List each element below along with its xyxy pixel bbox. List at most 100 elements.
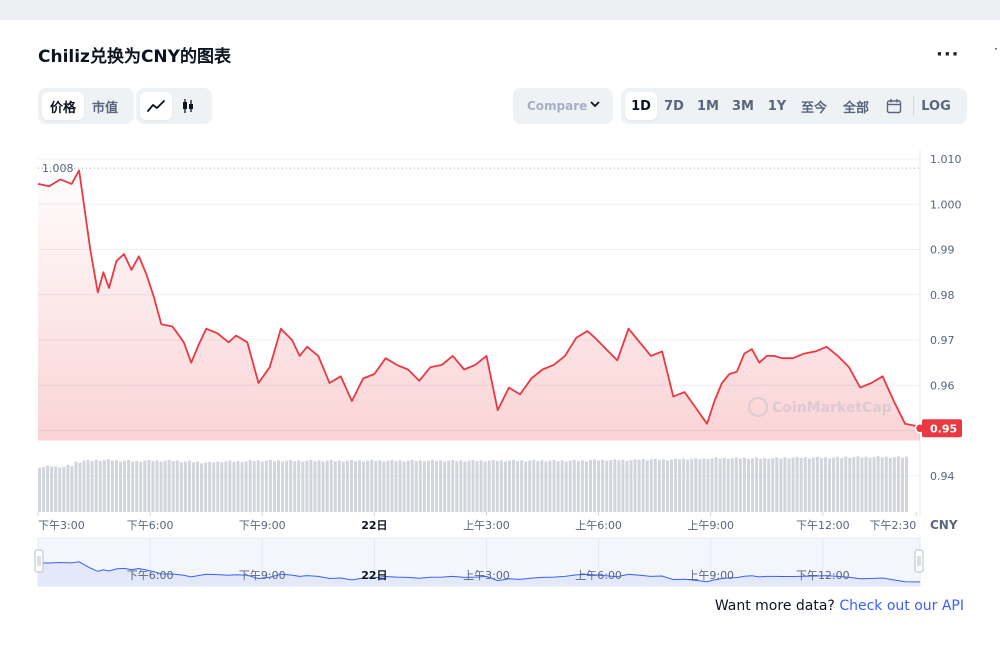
volume-bar <box>272 461 276 512</box>
volume-bar <box>204 462 208 512</box>
volume-bar <box>281 461 285 512</box>
volume-bar <box>394 461 398 512</box>
volume-bar <box>864 456 868 512</box>
volume-bar <box>609 460 613 512</box>
volume-bar <box>236 460 240 512</box>
volume-bar <box>844 456 848 512</box>
volume-bar <box>819 458 823 512</box>
volume-bar <box>836 456 840 512</box>
volume-bar <box>106 459 110 512</box>
x-tick-label: 上午6:00 <box>575 519 622 532</box>
volume-bar <box>451 459 455 512</box>
x-tick-label: 下午2:30 <box>870 519 917 532</box>
volume-bar <box>730 458 734 512</box>
volume-bar <box>649 459 653 512</box>
volume-bar <box>495 461 499 512</box>
volume-bar <box>224 461 228 512</box>
volume-bar <box>317 460 321 512</box>
volume-bar <box>252 461 256 512</box>
volume-bar <box>803 457 807 512</box>
volume-bar <box>62 466 66 512</box>
x-tick-label: 上午9:00 <box>687 519 734 532</box>
y-tick-label: 0.96 <box>930 379 955 392</box>
volume-bar <box>892 457 896 512</box>
navigator-handle[interactable] <box>914 549 924 573</box>
volume-bar <box>127 459 131 512</box>
volume-bar <box>341 461 345 512</box>
volume-bar <box>370 459 374 512</box>
volume-bar <box>418 460 422 512</box>
volume-bar <box>840 458 844 512</box>
volume-bar <box>98 460 102 512</box>
volume-bar <box>143 460 147 512</box>
navigator-tick-label: 下午12:00 <box>796 569 850 582</box>
volume-bar <box>580 460 584 512</box>
y-tick-label: 1.000 <box>930 198 962 211</box>
volume-bar <box>285 460 289 512</box>
volume-bar <box>645 460 649 512</box>
x-tick-label: 下午3:00 <box>38 519 85 532</box>
volume-bar <box>183 461 187 512</box>
navigator-tick-label: 上午3:00 <box>463 569 510 582</box>
volume-bar <box>503 461 507 512</box>
volume-bar <box>832 457 836 512</box>
volume-bar <box>548 460 552 512</box>
x-tick-label: 下午6:00 <box>127 519 174 532</box>
volume-bar <box>593 459 597 512</box>
volume-bar <box>208 461 212 512</box>
volume-bar <box>799 458 803 512</box>
volume-bar <box>811 457 815 512</box>
price-chart: 1.010 1.000 0.99 0.98 0.97 0.96 0.95 0.94 1.008 C… <box>34 150 962 587</box>
navigator-tick-label: 22日 <box>361 569 387 582</box>
volume-bar <box>248 459 252 512</box>
volume-bar <box>823 457 827 512</box>
volume-bar <box>86 459 90 512</box>
volume-bar <box>507 460 511 512</box>
volume-bar <box>135 460 139 512</box>
volume-bar <box>354 461 358 512</box>
volume-bar <box>78 462 82 512</box>
volume-bar <box>572 459 576 512</box>
volume-bar <box>860 457 864 512</box>
volume-bar <box>872 457 876 512</box>
volume-bar <box>479 460 483 512</box>
volume-bar <box>787 458 791 512</box>
volume-bar <box>536 461 540 512</box>
y-tick-label: 1.010 <box>930 153 962 166</box>
volume-bar <box>742 457 746 512</box>
volume-bar <box>313 461 317 512</box>
volume-bar <box>114 460 118 512</box>
volume-bar <box>690 458 694 512</box>
volume-bar <box>763 457 767 512</box>
volume-bar <box>516 461 520 512</box>
volume-bar <box>759 458 763 512</box>
volume-bar <box>576 461 580 512</box>
volume-bar <box>447 460 451 512</box>
volume-bar <box>58 467 62 512</box>
volume-bar <box>402 461 406 512</box>
navigator-handle[interactable] <box>34 549 44 573</box>
volume-bar <box>171 461 175 512</box>
volume-bar <box>795 456 799 512</box>
volume-bar <box>734 457 738 512</box>
volume-bar <box>151 461 155 512</box>
volume-bar <box>358 460 362 512</box>
navigator-tick-label: 下午9:00 <box>239 569 286 582</box>
volume-bar <box>321 461 325 512</box>
volume-bar <box>771 458 775 512</box>
volume-bar <box>588 460 592 512</box>
volume-bar <box>880 457 884 512</box>
volume-bar <box>815 456 819 512</box>
navigator-tick-label: 下午6:00 <box>127 569 174 582</box>
volume-bar <box>232 461 236 512</box>
volume-bar <box>147 459 151 512</box>
volume-bar <box>345 460 349 512</box>
volume-bar <box>163 460 167 512</box>
volume-bar <box>179 462 183 512</box>
volume-bar <box>702 458 706 512</box>
volume-bar <box>625 460 629 512</box>
volume-bar <box>779 458 783 512</box>
volume-bar <box>131 461 135 512</box>
volume-bar <box>191 462 195 512</box>
volume-bar <box>767 459 771 512</box>
